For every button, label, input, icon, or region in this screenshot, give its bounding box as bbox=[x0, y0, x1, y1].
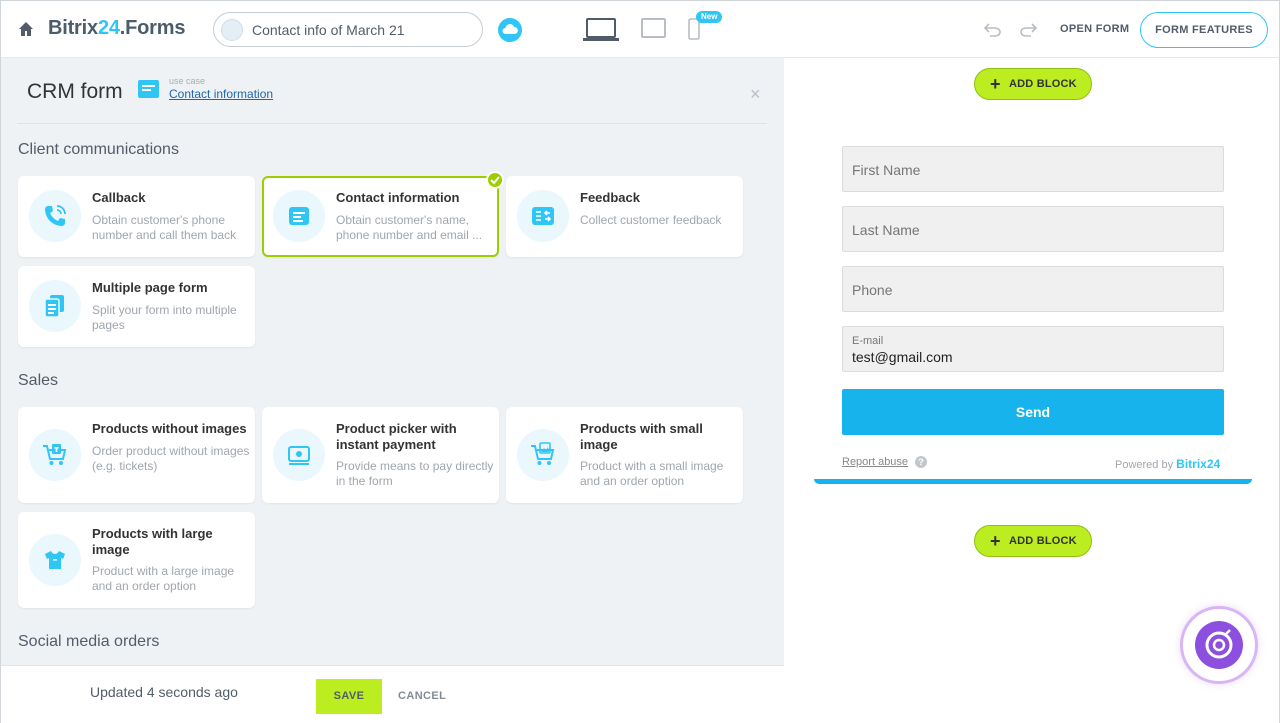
phone-placeholder: Phone bbox=[852, 282, 893, 298]
card-title: Contact information bbox=[336, 190, 460, 205]
plus-icon: + bbox=[990, 531, 1001, 551]
send-button[interactable]: Send bbox=[842, 389, 1224, 435]
card-products-with-large-image[interactable]: Products with large image Product with a… bbox=[18, 512, 255, 608]
powered-by: Powered by Bitrix24 bbox=[1115, 457, 1220, 471]
card-title: Products with small image bbox=[580, 421, 703, 452]
divider bbox=[17, 123, 767, 124]
powered-by-text: Powered by bbox=[1115, 459, 1174, 471]
cart-icon bbox=[29, 429, 81, 481]
card-title: Callback bbox=[92, 190, 146, 205]
first-name-placeholder: First Name bbox=[852, 162, 921, 178]
section-title-client-communications: Client communications bbox=[18, 141, 179, 158]
use-case-icon bbox=[138, 80, 159, 98]
callback-icon bbox=[29, 190, 81, 242]
card-title: Feedback bbox=[580, 190, 640, 205]
app-title: Bitrix24.Forms bbox=[48, 17, 185, 40]
first-name-field[interactable]: First Name bbox=[842, 146, 1224, 192]
tshirt-icon bbox=[29, 534, 81, 586]
last-name-placeholder: Last Name bbox=[852, 222, 920, 238]
multi-page-icon bbox=[29, 280, 81, 332]
panel-title: CRM form bbox=[27, 80, 123, 103]
card-description: Collect customer feedback bbox=[580, 213, 722, 227]
email-label: E-mail bbox=[852, 335, 884, 347]
home-icon[interactable] bbox=[18, 21, 34, 37]
form-bottom-border bbox=[814, 479, 1252, 484]
brand-suffix: .Forms bbox=[119, 17, 186, 39]
card-description: Split your form into multiple pages bbox=[92, 303, 237, 332]
new-badge: New bbox=[696, 11, 723, 23]
brand-accent: 24 bbox=[97, 17, 120, 39]
card-products-without-images[interactable]: Products without images Order product wi… bbox=[18, 407, 255, 503]
card-description: Product with a small image and an order … bbox=[580, 459, 724, 488]
last-name-field[interactable]: Last Name bbox=[842, 206, 1224, 252]
cart-image-icon bbox=[517, 429, 569, 481]
laptop-icon[interactable] bbox=[583, 17, 619, 43]
card-title: Products with large image bbox=[92, 526, 213, 557]
email-field[interactable]: E-mail test@gmail.com bbox=[842, 326, 1224, 372]
form-name-text: Contact info of March 21 bbox=[252, 22, 405, 38]
tablet-icon[interactable] bbox=[641, 18, 666, 38]
add-block-label: ADD BLOCK bbox=[1009, 78, 1077, 90]
use-case-label: use case bbox=[169, 76, 206, 86]
section-title-social-media-orders: Social media orders bbox=[18, 633, 160, 650]
updated-status: Updated 4 seconds ago bbox=[90, 684, 238, 700]
help-icon[interactable]: ? bbox=[915, 456, 927, 468]
undo-icon[interactable] bbox=[984, 21, 1002, 37]
form-preview: + ADD BLOCK First Name Last Name Phone E… bbox=[784, 58, 1280, 723]
powered-by-brand: Bitrix24 bbox=[1176, 457, 1221, 471]
assistant-icon bbox=[1195, 621, 1243, 669]
cancel-button[interactable]: CANCEL bbox=[398, 690, 446, 702]
top-bar: Bitrix24.Forms Contact info of March 21 … bbox=[0, 0, 1280, 58]
plus-icon: + bbox=[990, 74, 1001, 94]
open-form-button[interactable]: OPEN FORM bbox=[1060, 23, 1129, 35]
form-avatar-icon bbox=[221, 19, 243, 41]
add-block-button-bottom[interactable]: + ADD BLOCK bbox=[974, 525, 1092, 557]
card-description: Order product without images (e.g. ticke… bbox=[92, 444, 250, 473]
form-features-button[interactable]: FORM FEATURES bbox=[1140, 12, 1268, 48]
card-multiple-page-form[interactable]: Multiple page form Split your form into … bbox=[18, 266, 255, 347]
card-title: Product picker with instant payment bbox=[336, 421, 457, 452]
card-description: Provide means to pay directly in the for… bbox=[336, 459, 494, 488]
check-icon bbox=[486, 171, 504, 189]
use-case-panel: CRM form use case Contact information × … bbox=[0, 58, 784, 723]
form-name-field[interactable]: Contact info of March 21 bbox=[213, 12, 483, 47]
report-abuse-link[interactable]: Report abuse bbox=[842, 456, 908, 468]
bottom-action-bar: Updated 4 seconds ago SAVE CANCEL bbox=[0, 665, 784, 723]
card-description: Product with a large image and an order … bbox=[92, 564, 235, 593]
card-feedback[interactable]: Feedback Collect customer feedback bbox=[506, 176, 743, 257]
payment-icon bbox=[273, 429, 325, 481]
add-block-button-top[interactable]: + ADD BLOCK bbox=[974, 68, 1092, 100]
card-product-picker-instant-payment[interactable]: Product picker with instant payment Prov… bbox=[262, 407, 499, 503]
use-case-link[interactable]: Contact information bbox=[169, 87, 273, 101]
phone-field[interactable]: Phone bbox=[842, 266, 1224, 312]
card-callback[interactable]: Callback Obtain customer's phone number … bbox=[18, 176, 255, 257]
contact-form-icon bbox=[273, 190, 325, 242]
cloud-save-icon[interactable] bbox=[498, 18, 522, 42]
assistant-widget-button[interactable] bbox=[1180, 606, 1258, 684]
card-title: Products without images bbox=[92, 421, 247, 436]
brand-main: Bitrix bbox=[48, 17, 98, 39]
close-icon[interactable]: × bbox=[750, 85, 761, 103]
card-description: Obtain customer's name, phone number and… bbox=[336, 213, 483, 242]
email-value: test@gmail.com bbox=[852, 349, 953, 365]
add-block-label: ADD BLOCK bbox=[1009, 535, 1077, 547]
save-button[interactable]: SAVE bbox=[316, 679, 382, 714]
card-products-with-small-image[interactable]: Products with small image Product with a… bbox=[506, 407, 743, 503]
card-contact-information[interactable]: Contact information Obtain customer's na… bbox=[262, 171, 504, 257]
redo-icon[interactable] bbox=[1019, 21, 1037, 37]
feedback-icon bbox=[517, 190, 569, 242]
card-title: Multiple page form bbox=[92, 280, 208, 295]
card-description: Obtain customer's phone number and call … bbox=[92, 213, 237, 242]
section-title-sales: Sales bbox=[18, 372, 59, 389]
